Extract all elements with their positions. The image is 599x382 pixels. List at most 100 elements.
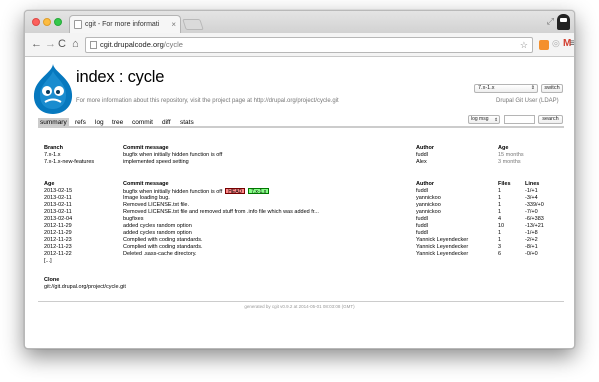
commit-date: 2013-02-11 xyxy=(44,195,72,201)
tab-strip: cgit - For more informati × ⤢ xyxy=(25,11,574,33)
commit-message-link[interactable]: added cycles random option xyxy=(123,223,192,229)
head-badge[interactable]: HEAD xyxy=(225,188,246,195)
tab-refs[interactable]: refs xyxy=(73,118,88,127)
menu-icon[interactable]: ≡ xyxy=(570,38,574,49)
window-minimize-button[interactable] xyxy=(43,18,51,26)
author: Yannick Leyendecker xyxy=(416,244,469,250)
tab-diff[interactable]: diff xyxy=(160,118,173,127)
author: Yannick Leyendecker xyxy=(416,251,469,257)
commit-date: 2012-11-29 xyxy=(44,223,72,229)
tab-close-icon[interactable]: × xyxy=(171,16,176,33)
files-count: 1 xyxy=(498,230,502,236)
profile-avatar-icon[interactable] xyxy=(557,14,570,30)
commit-message-link[interactable]: bugfix when initially hidden function is… xyxy=(123,152,222,158)
column-header: Author xyxy=(416,145,435,151)
column-header: Age xyxy=(44,181,55,187)
drupal-logo-icon xyxy=(33,64,73,114)
author: Yannick Leyendecker xyxy=(416,237,469,243)
branch-name-link[interactable]: 7.x-1.x-new-features xyxy=(44,159,94,165)
author: yannickoo xyxy=(416,202,441,208)
url-path: /cycle xyxy=(163,40,183,49)
files-count: 1 xyxy=(498,237,502,243)
commit-message-link[interactable]: Removed LICENSE.txt file. xyxy=(123,202,189,208)
new-tab-button[interactable] xyxy=(182,19,204,30)
search-mode-select[interactable]: log msg xyxy=(468,115,500,124)
footer-divider xyxy=(38,301,564,302)
author: fuddl xyxy=(416,230,428,236)
column-header: Commit message xyxy=(123,181,169,187)
page-icon xyxy=(90,41,97,49)
browser-tab-title: cgit - For more informati xyxy=(85,21,160,28)
url-host: cgit.drupalcode.org xyxy=(100,40,164,49)
tab-commit[interactable]: commit xyxy=(130,118,155,127)
commit-message-link[interactable]: Deleted .sass-cache directory. xyxy=(123,251,197,257)
files-count: 1 xyxy=(498,188,502,194)
home-icon[interactable]: ⌂ xyxy=(72,38,79,50)
bookmark-star-icon[interactable]: ☆ xyxy=(520,38,528,52)
age: 3 months xyxy=(498,159,521,165)
age: 15 months xyxy=(498,152,524,158)
lines-changed: -2/+2 xyxy=(525,237,538,243)
browser-window: cgit - For more informati × ⤢ ← → C ⌂ cg… xyxy=(24,10,575,349)
author: fuddl xyxy=(416,188,428,194)
tab-tree[interactable]: tree xyxy=(110,118,125,127)
browser-tab[interactable]: cgit - For more informati × xyxy=(69,15,181,33)
author: fuddl xyxy=(416,152,428,158)
more-commits-link[interactable]: [...] xyxy=(44,258,52,264)
window-maximize-button[interactable] xyxy=(54,18,62,26)
commit-message-cell: bugfix when initially hidden function is… xyxy=(123,188,270,195)
commit-message-link[interactable]: Complied with coding standards. xyxy=(123,237,203,243)
commit-date: 2012-11-23 xyxy=(44,237,72,243)
extension-icon[interactable]: ◎ xyxy=(552,38,560,49)
window-close-button[interactable] xyxy=(32,18,40,26)
repo-owner: Drupal Git User (LDAP) xyxy=(496,98,559,104)
column-header: Branch xyxy=(44,145,63,151)
commit-message-link[interactable]: Removed LICENSE.txt file and removed stu… xyxy=(123,209,319,215)
browser-toolbar: ← → C ⌂ cgit.drupalcode.org/cycle ☆ ◎ M … xyxy=(25,33,574,57)
files-count: 1 xyxy=(498,209,502,215)
lines-changed: -1/+1 xyxy=(525,188,538,194)
lines-changed: -0/+0 xyxy=(525,251,538,257)
lines-changed: -7/+0 xyxy=(525,209,538,215)
page-favicon-icon xyxy=(74,20,82,29)
commit-message-link[interactable]: implemented speed setting xyxy=(123,159,189,165)
commit-date: 2013-02-15 xyxy=(44,188,73,194)
switch-button[interactable]: switch xyxy=(541,84,563,93)
commit-date: 2012-11-23 xyxy=(44,244,72,250)
tab-stats[interactable]: stats xyxy=(178,118,196,127)
branch-name-link[interactable]: 7.x-1.x xyxy=(44,152,61,158)
page-footer: generated by cgit v0.9.2 at 2014-05-01 0… xyxy=(244,304,355,309)
search-input[interactable] xyxy=(504,115,535,124)
author: fuddl xyxy=(416,223,428,229)
commit-message-link[interactable]: Image loading bug. xyxy=(123,195,170,201)
files-count: 4 xyxy=(498,216,502,222)
files-count: 10 xyxy=(498,223,505,229)
files-count: 3 xyxy=(498,244,502,250)
column-header: Author xyxy=(416,181,435,187)
repo-description: For more information about this reposito… xyxy=(76,98,339,104)
commit-message-link[interactable]: Complied with coding standards. xyxy=(123,244,203,250)
clone-heading: Clone xyxy=(44,277,60,283)
search-button[interactable]: search xyxy=(538,115,563,124)
branch-select[interactable]: 7.x-1.x xyxy=(474,84,538,93)
author: fuddl xyxy=(416,216,428,222)
reload-icon[interactable]: C xyxy=(58,38,66,50)
column-header: Lines xyxy=(525,181,540,187)
page-title: index : cycle xyxy=(76,68,165,86)
tab-log[interactable]: log xyxy=(93,118,106,127)
commit-message-link[interactable]: added cycles random option xyxy=(123,230,192,236)
commit-date: 2013-02-04 xyxy=(44,216,73,222)
tab-summary[interactable]: summary xyxy=(38,118,69,127)
forward-arrow-icon[interactable]: → xyxy=(45,38,56,50)
branch-badge[interactable]: 7.x-1.x xyxy=(248,188,270,195)
commit-date: 2013-02-11 xyxy=(44,202,72,208)
repo-nav-tabs: summary refs log tree commit diff stats … xyxy=(38,115,564,128)
rss-icon[interactable] xyxy=(539,40,549,50)
lines-changed: -1/+8 xyxy=(525,230,538,236)
clone-url-link[interactable]: git://git.drupal.org/project/cycle.git xyxy=(44,284,126,290)
back-arrow-icon[interactable]: ← xyxy=(31,38,42,50)
address-bar[interactable]: cgit.drupalcode.org/cycle ☆ xyxy=(85,37,533,53)
fullscreen-icon[interactable]: ⤢ xyxy=(547,16,554,27)
lines-changed: -6/+383 xyxy=(525,216,544,222)
commit-message-link[interactable]: bugfixes xyxy=(123,216,144,222)
